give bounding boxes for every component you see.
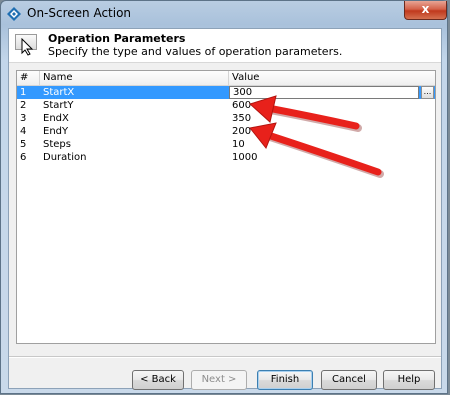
title-bar[interactable]: On-Screen Action x xyxy=(1,1,449,27)
param-name: Duration xyxy=(43,152,87,163)
finish-button[interactable]: Finish xyxy=(257,370,313,390)
diamond-app-icon xyxy=(7,7,21,21)
param-value[interactable]: 10 xyxy=(232,138,245,151)
window-title: On-Screen Action xyxy=(27,6,132,20)
table-row[interactable]: 1 StartX 300 ... xyxy=(17,86,435,99)
table-header: # Name Value xyxy=(17,71,435,86)
cancel-button[interactable]: Cancel xyxy=(321,370,377,390)
row-number: 4 xyxy=(20,126,27,137)
table-row[interactable]: 5 Steps 10 xyxy=(17,138,435,151)
table-row[interactable]: 2 StartY 600 xyxy=(17,99,435,112)
row-number: 3 xyxy=(20,113,27,124)
param-value[interactable]: 1000 xyxy=(232,151,257,164)
column-header-name[interactable]: Name xyxy=(40,71,229,85)
next-button[interactable]: Next > xyxy=(191,370,247,390)
row-number: 2 xyxy=(20,100,27,111)
dialog-window: On-Screen Action x Operation Parameters … xyxy=(0,0,448,394)
param-name: EndY xyxy=(43,126,69,137)
param-value-input[interactable]: 300 xyxy=(229,86,419,99)
param-value[interactable]: 350 xyxy=(232,112,251,125)
param-value[interactable]: 600 xyxy=(232,99,251,112)
page-title: Operation Parameters xyxy=(48,32,186,45)
dialog-body: Operation Parameters Specify the type an… xyxy=(8,28,442,390)
column-header-number[interactable]: # xyxy=(17,71,40,85)
close-button[interactable]: x xyxy=(404,1,447,20)
page-description: Specify the type and values of operation… xyxy=(48,45,343,58)
param-value[interactable]: 200 xyxy=(232,125,251,138)
row-number: 1 xyxy=(20,87,27,98)
row-number: 6 xyxy=(20,152,27,163)
help-button[interactable]: Help xyxy=(383,370,435,390)
button-separator xyxy=(9,356,441,358)
cursor-icon xyxy=(21,38,34,56)
column-header-value[interactable]: Value xyxy=(229,71,435,85)
table-row[interactable]: 3 EndX 350 xyxy=(17,112,435,125)
parameters-table: # Name Value 1 StartX 300 ... 2 StartY 6… xyxy=(16,70,436,344)
param-name: EndX xyxy=(43,113,69,124)
table-row[interactable]: 4 EndY 200 xyxy=(17,125,435,138)
param-name: StartX xyxy=(43,87,75,98)
table-row[interactable]: 6 Duration 1000 xyxy=(17,151,435,164)
back-button[interactable]: < Back xyxy=(132,370,184,390)
edit-value-button[interactable]: ... xyxy=(421,86,434,99)
row-number: 5 xyxy=(20,139,27,150)
wizard-header: Operation Parameters Specify the type an… xyxy=(9,29,441,63)
param-name: Steps xyxy=(43,139,71,150)
param-name: StartY xyxy=(43,100,74,111)
